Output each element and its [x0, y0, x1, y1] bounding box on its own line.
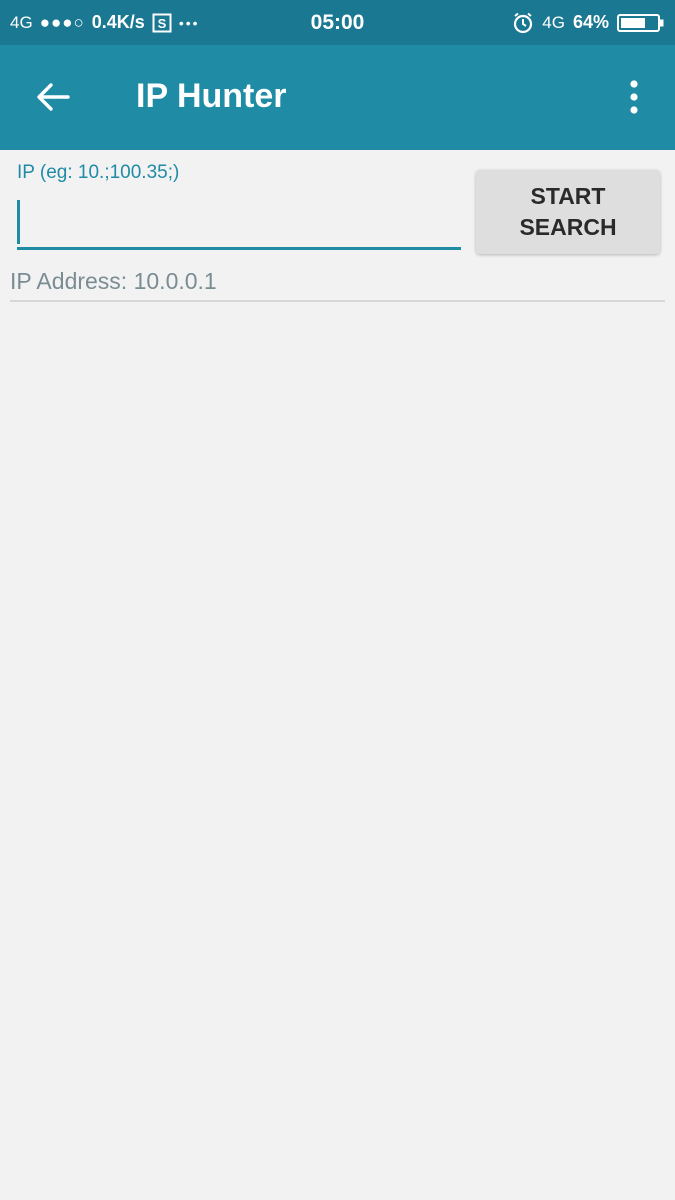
text-cursor	[17, 200, 20, 244]
more-notifications-icon: •••	[178, 14, 200, 31]
battery-icon	[617, 13, 665, 33]
app-bar: IP Hunter	[0, 45, 675, 150]
network-type-right: 4G	[542, 12, 565, 32]
status-bar-left: 4G ●●●○ 0.4K/s S •••	[10, 12, 200, 33]
alarm-icon	[512, 12, 534, 34]
screenshot-icon: S	[152, 13, 172, 33]
signal-strength-icon: ●●●○	[39, 12, 85, 32]
network-type-left: 4G	[10, 12, 33, 32]
start-search-label-line1: START	[530, 183, 606, 209]
start-search-label-line2: SEARCH	[519, 214, 617, 240]
network-speed: 0.4K/s	[91, 12, 145, 32]
status-bar: 4G ●●●○ 0.4K/s S ••• 05:00 4G 64%	[0, 0, 675, 45]
more-vertical-icon	[630, 80, 638, 114]
arrow-left-icon	[37, 83, 70, 111]
battery-percent: 64%	[572, 12, 609, 32]
status-bar-right: 4G 64%	[512, 12, 665, 34]
overflow-menu-button[interactable]	[612, 75, 656, 119]
ip-input[interactable]	[17, 196, 461, 250]
ip-address-row: IP Address: 10.0.0.1	[10, 268, 665, 302]
back-button[interactable]	[28, 75, 78, 119]
svg-text:S: S	[157, 16, 166, 31]
ip-address-text: IP Address: 10.0.0.1	[10, 268, 217, 294]
ip-field-label: IP (eg: 10.;100.35;)	[17, 162, 180, 183]
app-title: IP Hunter	[136, 77, 287, 115]
start-search-button[interactable]: START SEARCH	[476, 170, 660, 254]
